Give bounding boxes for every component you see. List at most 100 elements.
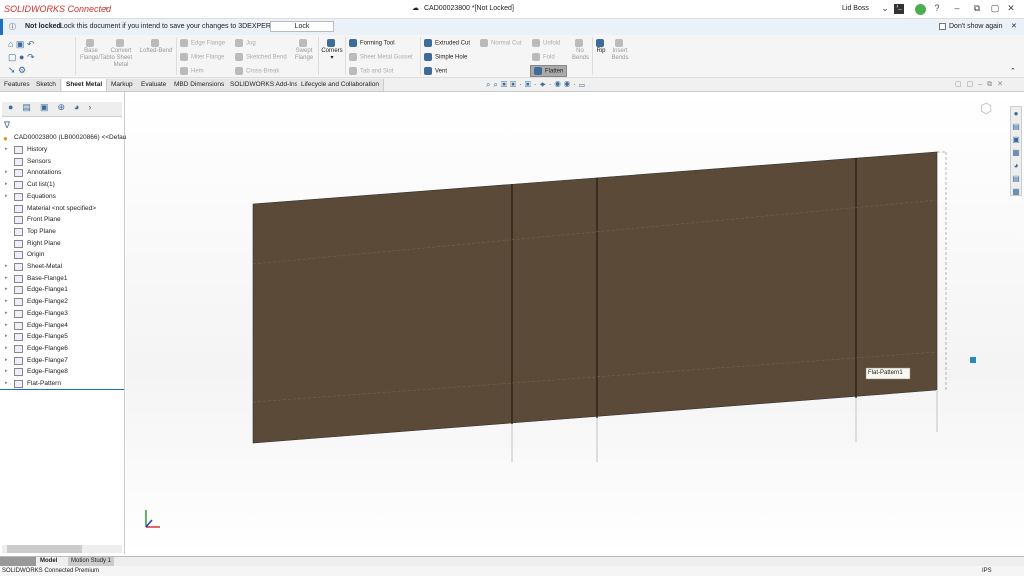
panel-tabs[interactable]: ●▤▣⊕◕› bbox=[2, 102, 122, 117]
flatten-button[interactable]: Flatten bbox=[530, 65, 568, 77]
expand-arrow-icon[interactable]: ▸ bbox=[5, 310, 8, 316]
feature-icon bbox=[14, 146, 23, 154]
expand-arrow-icon[interactable]: ▸ bbox=[5, 357, 8, 363]
expand-arrow-icon[interactable]: ▸ bbox=[5, 146, 8, 152]
swept-flange-button[interactable]: Swept Flange bbox=[294, 39, 314, 62]
status-bar: SOLIDWORKS Connected Premium IPS bbox=[0, 566, 1024, 576]
edge-flange-button[interactable]: Edge Flange bbox=[180, 39, 225, 47]
close-icon[interactable]: ✕ bbox=[1011, 22, 1017, 30]
rollback-bar[interactable] bbox=[0, 389, 124, 390]
extruded-cut-button[interactable]: Extruded Cut bbox=[424, 39, 470, 47]
expand-arrow-icon[interactable]: ▸ bbox=[5, 169, 8, 175]
horizontal-scrollbar[interactable] bbox=[2, 545, 122, 553]
tab-lifecycle[interactable]: Lifecycle and Collaboration bbox=[297, 79, 385, 91]
base-flange-button[interactable]: Base Flange/Tab bbox=[80, 39, 110, 62]
cross-break-button[interactable]: Cross-Break bbox=[235, 67, 279, 75]
tab-and-slot-button[interactable]: Tab and Slot bbox=[349, 67, 393, 75]
fold-button[interactable]: Fold bbox=[532, 53, 555, 61]
expand-arrow-icon[interactable]: ▸ bbox=[5, 193, 8, 199]
cloud-icon: ☁ bbox=[412, 5, 419, 12]
app-logo: SOLIDWORKS Connected bbox=[4, 4, 112, 14]
tab-evaluate[interactable]: Evaluate bbox=[137, 79, 172, 91]
expand-arrow-icon[interactable]: ▸ bbox=[5, 322, 8, 328]
corners-button[interactable]: Corners ▾ bbox=[320, 39, 344, 62]
feature-icon bbox=[14, 380, 23, 388]
expand-arrow-icon[interactable]: ▸ bbox=[5, 345, 8, 351]
task-pane[interactable]: ● ▤ ▣ ▦ ◕ ▤ ▦ bbox=[1010, 106, 1022, 196]
dont-show-checkbox[interactable] bbox=[939, 23, 946, 30]
tab-motion-study[interactable]: Motion Study 1 bbox=[68, 557, 115, 566]
tab-sheet-metal[interactable]: Sheet Metal bbox=[62, 79, 108, 91]
help-icon[interactable]: ? bbox=[930, 3, 944, 16]
normal-cut-button[interactable]: Normal Cut bbox=[480, 39, 521, 47]
no-bends-button[interactable]: No Bends bbox=[572, 39, 589, 62]
vent-button[interactable]: Vent bbox=[424, 67, 447, 75]
tab-scroll[interactable] bbox=[0, 557, 36, 566]
view-heads-up-toolbar[interactable]: ⌕⌕▣▣·▣·✦·◉◉·▭ bbox=[486, 80, 588, 90]
feature-icon bbox=[14, 181, 23, 190]
lock-button[interactable]: Lock bbox=[270, 21, 334, 32]
feature-icon bbox=[14, 239, 23, 248]
insert-bends-button[interactable]: Insert Bends bbox=[610, 39, 630, 62]
view-cube-icon[interactable]: ⬡ bbox=[980, 100, 1002, 118]
tab-model[interactable]: Model bbox=[40, 558, 57, 564]
graphics-area[interactable]: Flat-Pattern1 ⬡ ● ▤ ▣ ▦ ◕ ▤ ▦ bbox=[126, 92, 1024, 554]
expand-arrow-icon[interactable]: ▸ bbox=[5, 263, 8, 269]
lock-status: Not locked bbox=[25, 23, 61, 30]
filter-icon[interactable]: ∇ bbox=[4, 120, 10, 131]
chevron-right-icon[interactable]: ▸ bbox=[105, 4, 109, 12]
avatar[interactable] bbox=[915, 4, 926, 15]
expand-arrow-icon[interactable]: ▸ bbox=[5, 286, 8, 292]
hem-button[interactable]: Hem bbox=[180, 67, 204, 75]
close-icon[interactable]: ✕ bbox=[1004, 3, 1018, 16]
feature-manager-panel: ●▤▣⊕◕› ∇ ● CAD00023800 (LB00020866) <<Def… bbox=[0, 92, 133, 554]
part-icon: ● bbox=[3, 134, 8, 143]
feature-icon bbox=[14, 356, 23, 365]
convert-to-sheet-metal-button[interactable]: Convert to Sheet Metal bbox=[108, 39, 134, 69]
feature-icon bbox=[14, 263, 23, 271]
info-bar: ⓘ Not locked Lock this document if you i… bbox=[0, 19, 1024, 35]
restore-icon[interactable]: ⧉ bbox=[970, 3, 984, 16]
chevron-down-icon[interactable]: ⌄ bbox=[878, 3, 892, 16]
lofted-bend-button[interactable]: Lofted-Bend bbox=[139, 39, 173, 55]
document-title: CAD00023800 *[Not Locked] bbox=[424, 5, 514, 12]
tab-sketch[interactable]: Sketch bbox=[32, 79, 61, 91]
user-menu[interactable]: Lid Boss bbox=[842, 5, 869, 12]
expand-arrow-icon[interactable]: ▸ bbox=[5, 275, 8, 281]
bottom-tabs: Model Motion Study 1 bbox=[0, 556, 1024, 566]
expand-arrow-icon[interactable]: ▸ bbox=[5, 181, 8, 187]
feature-icon bbox=[14, 192, 23, 201]
tab-mbd-dimensions[interactable]: MBD Dimensions bbox=[170, 79, 230, 91]
sketched-bend-button[interactable]: Sketched Bend bbox=[235, 53, 287, 61]
units-indicator[interactable]: IPS bbox=[982, 568, 992, 574]
flat-pattern-model[interactable] bbox=[126, 92, 1024, 554]
sheet-metal-gusset-button[interactable]: Sheet Metal Gusset bbox=[349, 53, 413, 61]
feature-icon bbox=[14, 251, 23, 260]
tab-solidworks-add-ins[interactable]: SOLIDWORKS Add-Ins bbox=[226, 79, 303, 91]
minimize-icon[interactable]: – bbox=[950, 3, 964, 16]
feature-icon bbox=[14, 227, 23, 236]
simple-hole-button[interactable]: Simple Hole bbox=[424, 53, 467, 61]
unfold-button[interactable]: Unfold bbox=[532, 39, 560, 47]
quick-access-icons[interactable]: ⌂ ▣ ↶ ▢ ● ↷ ➘ ⚙ bbox=[8, 38, 34, 77]
command-tabs: Features Sketch Sheet Metal Markup Evalu… bbox=[0, 78, 1024, 92]
jog-button[interactable]: Jog bbox=[235, 39, 256, 47]
rip-button[interactable]: Rip bbox=[594, 39, 608, 55]
feature-icon bbox=[14, 169, 23, 178]
viewport-window-controls[interactable]: ▢▢–⧉✕ bbox=[955, 80, 1008, 89]
collapse-ribbon-icon[interactable]: ⌃ bbox=[1010, 67, 1016, 75]
expand-arrow-icon[interactable]: ▸ bbox=[5, 380, 8, 386]
terminal-icon[interactable]: ›_ bbox=[894, 4, 904, 14]
miter-flange-button[interactable]: Miter Flange bbox=[180, 53, 224, 61]
tab-features[interactable]: Features bbox=[0, 79, 35, 91]
feature-icon bbox=[14, 368, 23, 377]
expand-arrow-icon[interactable]: ▸ bbox=[5, 368, 8, 374]
status-text: SOLIDWORKS Connected Premium bbox=[2, 568, 100, 574]
expand-arrow-icon[interactable]: ▸ bbox=[5, 298, 8, 304]
maximize-icon[interactable]: ▢ bbox=[988, 3, 1002, 16]
expand-arrow-icon[interactable]: ▸ bbox=[5, 333, 8, 339]
feature-icon bbox=[14, 309, 23, 318]
feature-icon bbox=[14, 216, 23, 225]
forming-tool-button[interactable]: Forming Tool bbox=[349, 39, 395, 47]
tab-markup[interactable]: Markup bbox=[107, 79, 138, 91]
